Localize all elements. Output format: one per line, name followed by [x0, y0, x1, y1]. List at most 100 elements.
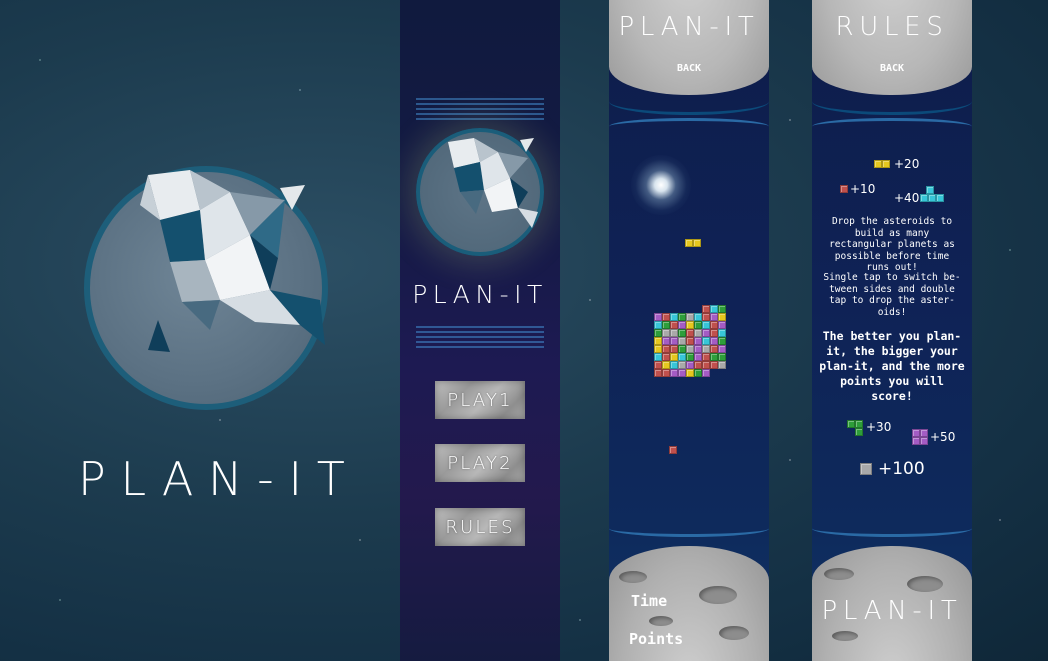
red-score: +10 — [850, 182, 876, 196]
play2-button[interactable]: PLAY2 — [435, 444, 525, 482]
rules-emphasis: The better you plan-it, the bigger your … — [819, 329, 965, 403]
stacked-asteroid-block — [654, 321, 662, 329]
moon-crater — [619, 571, 647, 583]
top-orbit-ring — [812, 118, 972, 135]
stacked-asteroid-block — [702, 321, 710, 329]
green-asteroid-icon — [855, 428, 863, 436]
rules-paragraph-controls: Single tap to switch be- tween sides and… — [823, 272, 961, 318]
purple-asteroid-icon — [912, 437, 920, 445]
stacked-asteroid-block — [670, 337, 678, 345]
bottom-orbit-ring — [609, 520, 769, 537]
planet-core-glow — [631, 155, 691, 215]
splash-logo: PLAN-IT — [78, 452, 360, 506]
cyan-asteroid-icon — [926, 186, 934, 194]
stacked-asteroid-block — [662, 313, 670, 321]
stacked-asteroid-block — [654, 353, 662, 361]
purple-asteroid-icon — [920, 437, 928, 445]
green-asteroid-icon — [855, 420, 863, 428]
green-score: +30 — [866, 420, 892, 434]
yellow-asteroid-icon — [882, 160, 890, 168]
stacked-asteroid-block — [702, 313, 710, 321]
stacked-asteroid-block — [678, 329, 686, 337]
stacked-asteroid-block — [662, 321, 670, 329]
moon-crater — [719, 626, 749, 640]
stacked-asteroid-block — [670, 329, 678, 337]
rules-panel: RULES BACK +20 +10 +40 Drop the asteroid… — [812, 0, 972, 661]
stacked-asteroid-block — [686, 353, 694, 361]
stacked-asteroid-block — [662, 369, 670, 377]
cyan-score: +40 — [894, 191, 920, 205]
moon-crater — [649, 616, 673, 626]
stacked-asteroid-block — [718, 361, 726, 369]
falling-asteroid-block — [669, 446, 677, 454]
stacked-asteroid-block — [686, 337, 694, 345]
stacked-asteroid-block — [710, 337, 718, 345]
stacked-asteroid-block — [678, 321, 686, 329]
rules-footer-logo: PLAN-IT — [821, 596, 963, 626]
green-asteroid-icon — [847, 420, 855, 428]
stacked-asteroid-block — [702, 361, 710, 369]
points-label: Points — [629, 630, 684, 648]
yellow-score: +20 — [894, 157, 920, 171]
stacked-asteroid-block — [662, 361, 670, 369]
stacked-asteroid-block — [654, 329, 662, 337]
moon-crater — [907, 576, 943, 592]
stacked-asteroid-block — [718, 353, 726, 361]
top-orbit-ring — [609, 118, 769, 135]
stacked-asteroid-block — [654, 313, 662, 321]
stacked-asteroid-block — [710, 321, 718, 329]
stacked-asteroid-block — [694, 321, 702, 329]
splash-panel: PLAN-IT — [0, 0, 400, 661]
bottom-orbit-ring — [812, 520, 972, 537]
stacked-asteroid-block — [670, 369, 678, 377]
stacked-asteroid-block — [654, 337, 662, 345]
red-asteroid-icon — [840, 185, 848, 193]
stacked-asteroid-block — [718, 337, 726, 345]
stacked-asteroid-block — [662, 337, 670, 345]
falling-asteroid-block — [685, 239, 693, 247]
stacked-asteroid-block — [702, 369, 710, 377]
cyan-asteroid-icon — [920, 194, 928, 202]
stacked-asteroid-block — [678, 369, 686, 377]
falling-asteroid-block — [693, 239, 701, 247]
stacked-asteroid-block — [678, 345, 686, 353]
stacked-asteroid-block — [686, 321, 694, 329]
stacked-asteroid-block — [670, 353, 678, 361]
play1-button[interactable]: PLAY1 — [435, 381, 525, 419]
cyan-asteroid-icon — [928, 194, 936, 202]
purple-score: +50 — [930, 430, 956, 444]
cyan-asteroid-icon — [936, 194, 944, 202]
asteroid-stack — [654, 305, 726, 377]
stacked-asteroid-block — [670, 345, 678, 353]
stacked-asteroid-block — [694, 361, 702, 369]
game-header-title: PLAN-IT — [618, 12, 760, 42]
stacked-asteroid-block — [694, 353, 702, 361]
stacked-asteroid-block — [718, 329, 726, 337]
purple-asteroid-icon — [920, 429, 928, 437]
game-back-button[interactable]: BACK — [659, 60, 719, 76]
rules-button[interactable]: RULES — [435, 508, 525, 546]
stacked-asteroid-block — [686, 313, 694, 321]
purple-asteroid-icon — [912, 429, 920, 437]
time-label: Time — [631, 592, 668, 610]
stacked-asteroid-block — [670, 361, 678, 369]
moon-crater — [699, 586, 737, 604]
stacked-asteroid-block — [718, 321, 726, 329]
stacked-asteroid-block — [662, 345, 670, 353]
stacked-asteroid-block — [654, 345, 662, 353]
grey-score: +100 — [878, 459, 925, 479]
moon-crater — [832, 631, 858, 641]
stacked-asteroid-block — [702, 337, 710, 345]
grey-asteroid-icon — [860, 463, 872, 475]
stacked-asteroid-block — [694, 329, 702, 337]
stacked-asteroid-block — [710, 353, 718, 361]
stacked-asteroid-block — [710, 305, 718, 313]
stacked-asteroid-block — [686, 329, 694, 337]
stacked-asteroid-block — [710, 361, 718, 369]
splash-asteroid-cluster — [140, 170, 325, 352]
rules-back-button[interactable]: BACK — [862, 60, 922, 76]
stacked-asteroid-block — [694, 369, 702, 377]
stacked-asteroid-block — [718, 305, 726, 313]
stacked-asteroid-block — [678, 361, 686, 369]
stacked-asteroid-block — [710, 313, 718, 321]
